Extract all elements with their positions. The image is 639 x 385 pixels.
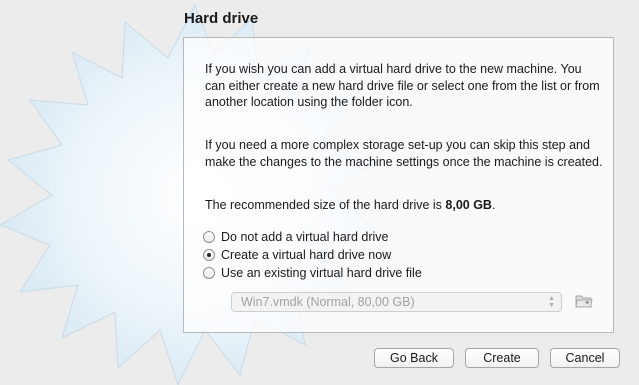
option-label: Use an existing virtual hard drive file: [221, 266, 422, 280]
recommended-size-prefix: The recommended size of the hard drive i…: [205, 198, 446, 212]
select-arrows-icon: ▲ ▼: [548, 295, 555, 309]
radio-button-selected[interactable]: [203, 249, 215, 261]
option-label: Do not add a virtual hard drive: [221, 230, 389, 244]
recommended-size-value: 8,00 GB: [445, 198, 492, 212]
folder-icon[interactable]: [575, 293, 593, 309]
recommended-size-suffix: .: [491, 198, 496, 212]
cancel-button[interactable]: Cancel: [550, 348, 620, 368]
wizard-dialog: Hard drive If you wish you can add a vir…: [0, 0, 639, 385]
option-label: Create a virtual hard drive now: [221, 248, 392, 262]
storage-note-paragraph: If you need a more complex storage set-u…: [205, 138, 603, 169]
radio-button[interactable]: [203, 231, 215, 243]
recommended-size-paragraph: The recommended size of the hard drive i…: [205, 197, 605, 214]
option-use-existing-file[interactable]: Use an existing virtual hard drive file: [203, 264, 422, 282]
radio-button[interactable]: [203, 267, 215, 279]
content-panel: If you wish you can add a virtual hard d…: [183, 37, 614, 333]
select-value: Win7.vmdk (Normal, 80,00 GB): [241, 295, 415, 309]
option-no-hard-drive[interactable]: Do not add a virtual hard drive: [203, 228, 388, 246]
intro-paragraph: If you wish you can add a virtual hard d…: [205, 62, 600, 109]
go-back-button[interactable]: Go Back: [374, 348, 454, 368]
existing-file-select[interactable]: Win7.vmdk (Normal, 80,00 GB) ▲ ▼: [231, 292, 562, 312]
page-title: Hard drive: [184, 10, 259, 27]
option-create-hard-drive[interactable]: Create a virtual hard drive now: [203, 246, 391, 264]
create-button[interactable]: Create: [465, 348, 539, 368]
